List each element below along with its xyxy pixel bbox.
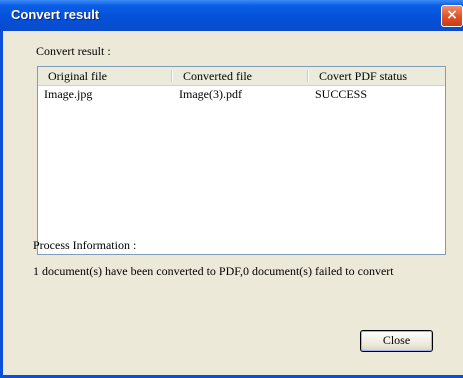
column-header-status[interactable]: Covert PDF status xyxy=(319,67,407,85)
list-header: Original file Converted file Covert PDF … xyxy=(38,67,445,86)
column-header-converted-file[interactable]: Converted file xyxy=(183,67,252,85)
cell-converted-file: Image(3).pdf xyxy=(179,87,242,101)
close-button[interactable]: Close xyxy=(360,330,433,352)
dialog-window: Convert result × Convert result : Origin… xyxy=(0,0,463,378)
column-separator[interactable] xyxy=(307,70,309,82)
close-icon: × xyxy=(446,7,458,23)
close-window-button[interactable]: × xyxy=(441,5,463,27)
cell-status: SUCCESS xyxy=(315,87,368,101)
column-separator[interactable] xyxy=(171,70,173,82)
results-list[interactable]: Original file Converted file Covert PDF … xyxy=(37,66,446,255)
process-information-label: Process Information : xyxy=(33,238,137,252)
table-row[interactable]: Image.jpg Image(3).pdf SUCCESS xyxy=(38,86,445,102)
title-bar[interactable]: Convert result × xyxy=(0,0,463,31)
column-header-original-file[interactable]: Original file xyxy=(48,67,107,85)
cell-original-file: Image.jpg xyxy=(44,87,93,101)
process-information-text: 1 document(s) have been converted to PDF… xyxy=(33,264,394,278)
window-title: Convert result xyxy=(11,7,100,22)
convert-result-label: Convert result : xyxy=(36,44,111,58)
dialog-client-area: Convert result : Original file Converted… xyxy=(3,31,463,375)
